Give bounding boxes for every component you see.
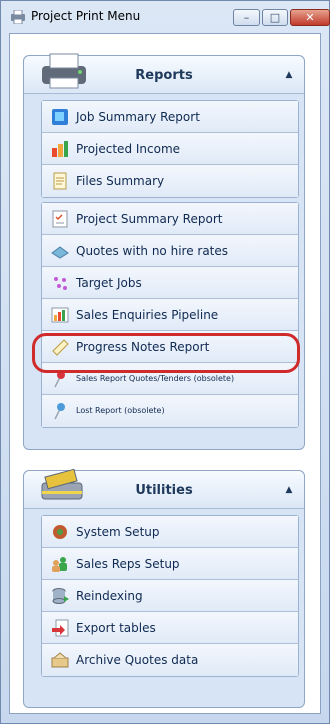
book-icon <box>52 109 68 125</box>
job-summary-report-item[interactable]: Job Summary Report <box>42 101 298 133</box>
collapse-arrow-icon[interactable]: ▲ <box>282 483 296 497</box>
document-icon <box>53 172 67 190</box>
pin-blue-icon <box>54 403 65 420</box>
window-title: Project Print Menu <box>31 9 141 23</box>
archive-icon <box>51 652 69 668</box>
utilities-panel: Utilities ▲ System Setup Sales Reps Setu… <box>23 468 305 708</box>
sales-reps-setup-label: Sales Reps Setup <box>76 557 180 571</box>
projected-income-item[interactable]: Projected Income <box>42 133 298 165</box>
quote-icon <box>51 246 69 259</box>
reports-panel: Reports ▲ Job Summary Report Projected I… <box>23 53 305 450</box>
reindexing-item[interactable]: Reindexing <box>42 580 298 612</box>
lost-report-item[interactable]: Lost Report (obsolete) <box>42 395 298 427</box>
close-icon: ✕ <box>305 11 315 24</box>
utilities-list: System Setup Sales Reps Setup Reindexing… <box>41 515 299 677</box>
sales-report-quotes-tenders-label: Sales Report Quotes/Tenders (obsolete) <box>76 374 235 383</box>
reports-header[interactable]: Reports ▲ <box>24 53 304 94</box>
bar-chart-icon <box>52 141 68 157</box>
system-setup-label: System Setup <box>76 525 160 539</box>
project-summary-report-label: Project Summary Report <box>76 212 223 226</box>
notes-icon <box>52 339 69 356</box>
progress-notes-report-item[interactable]: Progress Notes Report <box>42 331 298 363</box>
sales-reps-setup-item[interactable]: Sales Reps Setup <box>42 548 298 580</box>
utilities-title: Utilities <box>135 483 193 498</box>
files-summary-label: Files Summary <box>76 174 165 188</box>
reports-list-b: Project Summary Report Quotes with no hi… <box>41 202 299 428</box>
utilities-header[interactable]: Utilities ▲ <box>24 468 304 509</box>
reports-list-a: Job Summary Report Projected Income File… <box>41 100 299 198</box>
export-tables-label: Export tables <box>76 621 156 635</box>
export-icon <box>52 619 69 637</box>
reindex-icon <box>52 588 69 604</box>
reports-title: Reports <box>135 68 193 83</box>
export-tables-item[interactable]: Export tables <box>42 612 298 644</box>
system-setup-item[interactable]: System Setup <box>42 516 298 548</box>
job-summary-report-label: Job Summary Report <box>76 110 200 124</box>
title-bar[interactable]: Project Print Menu – □ ✕ <box>1 1 330 33</box>
lost-report-label: Lost Report (obsolete) <box>76 406 165 415</box>
project-summary-report-item[interactable]: Project Summary Report <box>42 203 298 235</box>
target-jobs-item[interactable]: Target Jobs <box>42 267 298 299</box>
printer-icon <box>11 10 25 24</box>
collapse-arrow-icon[interactable]: ▲ <box>282 68 296 82</box>
projected-income-label: Projected Income <box>76 142 181 156</box>
minimize-icon: – <box>243 11 250 24</box>
target-icon <box>54 277 67 290</box>
quotes-no-hire-rates-item[interactable]: Quotes with no hire rates <box>42 235 298 267</box>
files-summary-item[interactable]: Files Summary <box>42 165 298 197</box>
users-icon <box>52 557 67 572</box>
archive-quotes-data-label: Archive Quotes data <box>76 653 199 667</box>
sales-enquiries-pipeline-item[interactable]: Sales Enquiries Pipeline <box>42 299 298 331</box>
progress-notes-report-label: Progress Notes Report <box>76 340 210 354</box>
target-jobs-label: Target Jobs <box>76 276 142 290</box>
reindexing-label: Reindexing <box>76 589 143 603</box>
maximize-icon: □ <box>269 11 281 24</box>
pin-red-icon <box>54 371 65 388</box>
maximize-button[interactable]: □ <box>262 9 288 26</box>
checklist-icon <box>52 210 68 228</box>
setup-icon <box>53 525 67 539</box>
minimize-button[interactable]: – <box>233 9 260 26</box>
archive-quotes-data-item[interactable]: Archive Quotes data <box>42 644 298 676</box>
quotes-no-hire-rates-label: Quotes with no hire rates <box>76 244 229 258</box>
sales-report-quotes-tenders-item[interactable]: Sales Report Quotes/Tenders (obsolete) <box>42 363 298 395</box>
close-button[interactable]: ✕ <box>290 9 330 26</box>
pipeline-icon <box>51 307 69 323</box>
sales-enquiries-pipeline-label: Sales Enquiries Pipeline <box>76 308 219 322</box>
